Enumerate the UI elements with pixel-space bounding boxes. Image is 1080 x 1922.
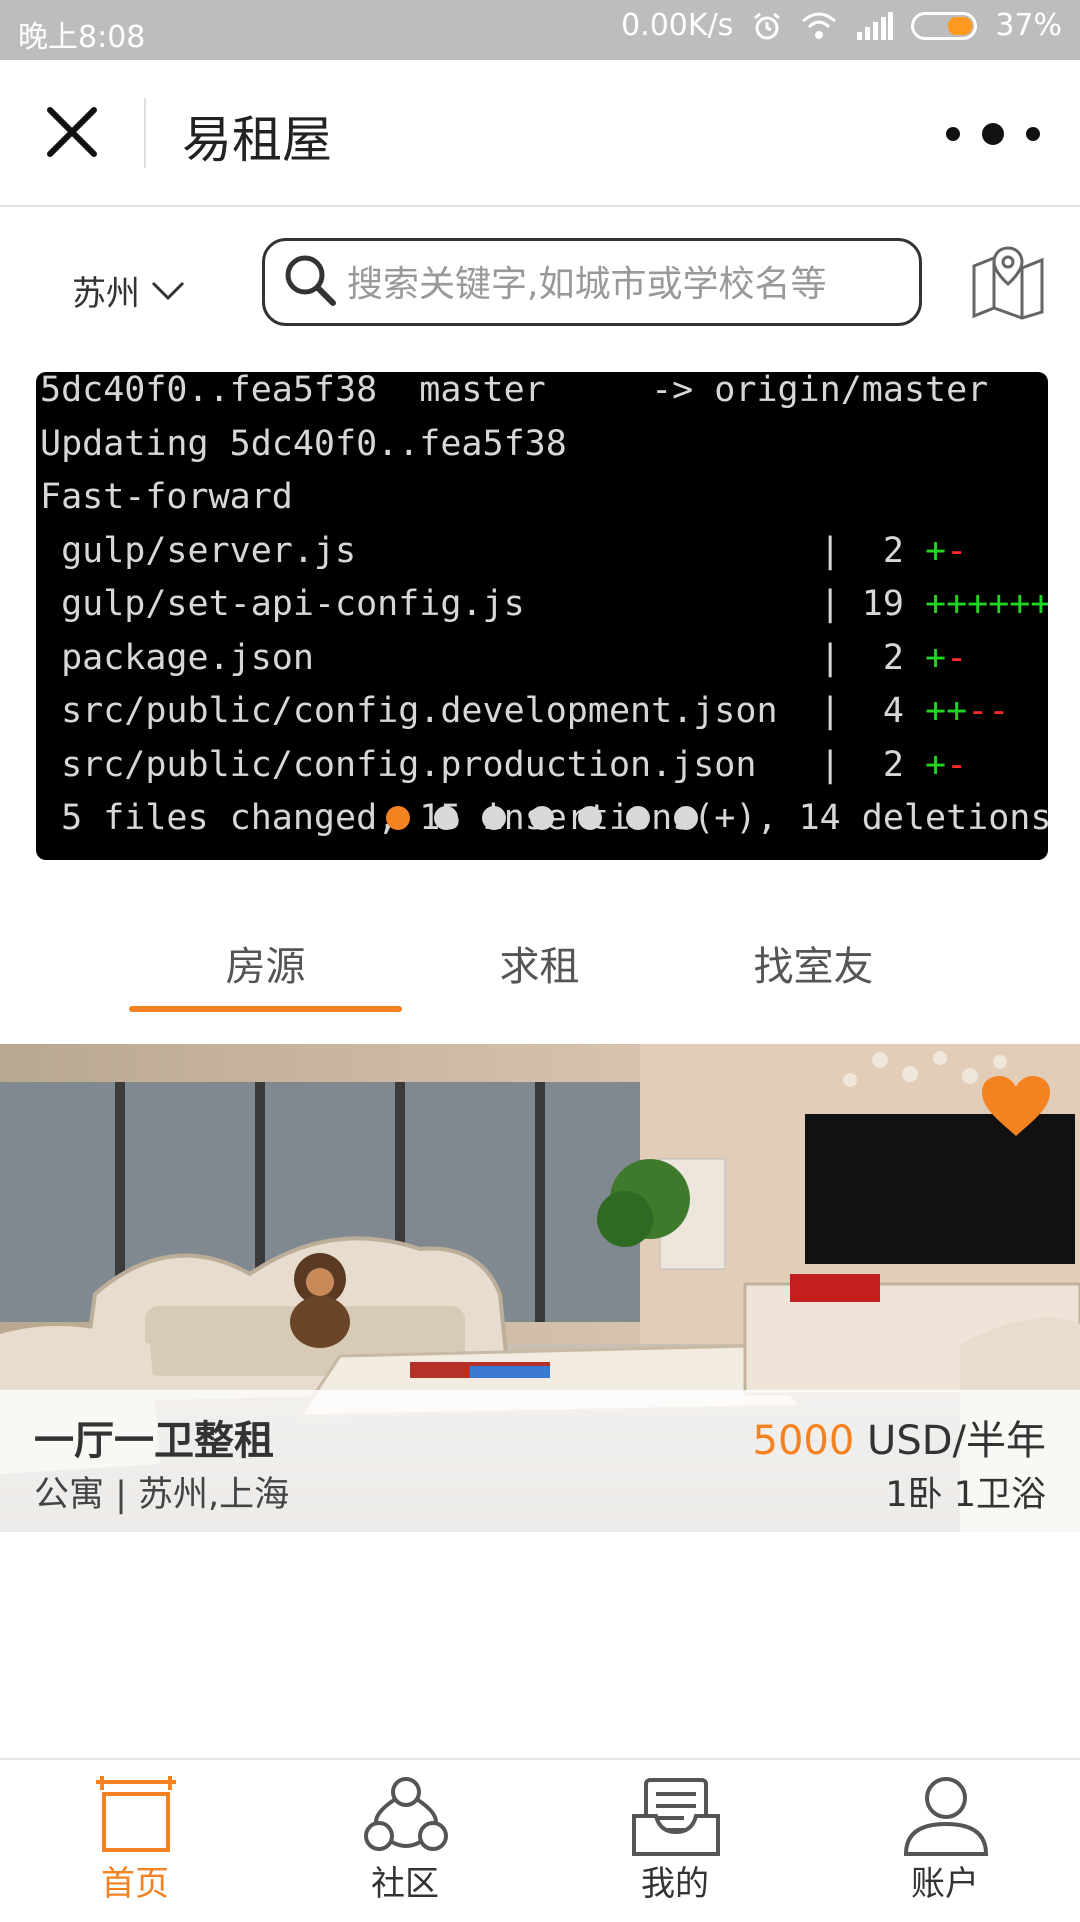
status-indicators: 0.00K/s 37% bbox=[621, 8, 1062, 43]
search-box[interactable] bbox=[262, 238, 922, 326]
file-stat: gulp/server.js | 2 bbox=[40, 530, 926, 571]
price-unit: USD/半年 bbox=[867, 1418, 1046, 1464]
tab-listings[interactable]: 房源 bbox=[129, 934, 402, 992]
tabbar-label: 我的 bbox=[641, 1864, 709, 1904]
carousel-dot[interactable] bbox=[626, 806, 650, 830]
close-icon[interactable] bbox=[44, 104, 100, 160]
file-stat: src/public/config.development.json | 4 bbox=[40, 691, 926, 731]
tabbar-mine[interactable]: 我的 bbox=[540, 1760, 810, 1922]
tab-wanted[interactable]: 求租 bbox=[403, 934, 676, 992]
terminal-line: Updating 5dc40f0..fea5f38 bbox=[40, 423, 567, 464]
inbox-icon bbox=[632, 1778, 720, 1856]
city-label: 苏州 bbox=[72, 274, 140, 314]
terminal-line: Fast-forward bbox=[40, 477, 293, 517]
tabbar-home[interactable]: 首页 bbox=[0, 1760, 270, 1922]
carousel-dot[interactable] bbox=[434, 806, 458, 830]
tab-find-roommate[interactable]: 找室友 bbox=[677, 934, 950, 992]
terminal-line: gulp/server.js | 2 +- bbox=[40, 530, 968, 571]
file-stat: package.json | 2 bbox=[40, 637, 926, 678]
bottom-tab-bar: 首页 社区 我的 账户 bbox=[0, 1758, 1080, 1922]
listing-price: 5000 USD/半年 bbox=[753, 1408, 1046, 1466]
active-tab-indicator bbox=[129, 1006, 402, 1012]
listing-rooms: 1卧 1卫浴 bbox=[885, 1475, 1046, 1515]
chevron-down-icon bbox=[151, 281, 185, 300]
signal-icon bbox=[857, 11, 894, 40]
search-input[interactable] bbox=[345, 255, 909, 313]
listing-title: 一厅一卫整租 bbox=[34, 1418, 274, 1464]
terminal-line: src/public/config.production.json | 2 +- bbox=[40, 744, 968, 785]
file-stat: src/public/config.production.json | 2 bbox=[40, 744, 926, 785]
file-stat: gulp/set-api-config.js | 19 bbox=[40, 584, 926, 624]
terminal-line: 5dc40f0..fea5f38 master -> origin/master bbox=[40, 372, 989, 410]
battery-percent: 37% bbox=[995, 8, 1062, 43]
listing-subtitle: 公寓 | 苏州,上海 bbox=[34, 1475, 290, 1515]
carousel-dot[interactable] bbox=[578, 806, 602, 830]
nav-divider bbox=[144, 98, 146, 168]
carousel-dot[interactable] bbox=[530, 806, 554, 830]
status-time: 晚上8:08 bbox=[18, 20, 146, 55]
city-selector[interactable]: 苏州 bbox=[72, 266, 186, 315]
home-icon bbox=[96, 1776, 176, 1852]
category-tabs: 房源 求租 找室友 bbox=[0, 900, 1080, 1012]
carousel-dot[interactable] bbox=[386, 806, 410, 830]
user-icon bbox=[903, 1777, 989, 1856]
favorite-heart-icon[interactable] bbox=[980, 1074, 1052, 1138]
terminal-line: package.json | 2 +- bbox=[40, 637, 968, 678]
listing-info: 一厅一卫整租 公寓 | 苏州,上海 5000 USD/半年 1卧 1卫浴 bbox=[0, 1390, 1080, 1532]
alarm-icon bbox=[754, 12, 781, 39]
tabbar-account[interactable]: 账户 bbox=[810, 1760, 1080, 1922]
carousel-dot[interactable] bbox=[674, 806, 698, 830]
carousel-indicator bbox=[386, 806, 698, 830]
carousel-dot[interactable] bbox=[482, 806, 506, 830]
price-value: 5000 bbox=[752, 1418, 855, 1464]
banner-carousel[interactable]: 5dc40f0..fea5f38 master -> origin/master… bbox=[36, 372, 1048, 860]
wifi-icon bbox=[802, 12, 837, 39]
tabbar-community[interactable]: 社区 bbox=[270, 1760, 540, 1922]
community-icon bbox=[364, 1777, 448, 1851]
app-title: 易租屋 bbox=[182, 111, 332, 169]
terminal-line: gulp/set-api-config.js | 19 ++++++++++--… bbox=[40, 584, 1048, 624]
terminal-line: src/public/config.development.json | 4 +… bbox=[40, 691, 1010, 731]
search-icon bbox=[285, 255, 336, 306]
nav-bar: 易租屋 bbox=[0, 60, 1080, 207]
network-speed: 0.00K/s bbox=[621, 8, 734, 43]
tabbar-label: 社区 bbox=[371, 1864, 439, 1904]
banner-terminal-text: 5dc40f0..fea5f38 master -> origin/master… bbox=[40, 372, 1048, 846]
map-icon[interactable] bbox=[970, 244, 1046, 320]
more-options-icon[interactable] bbox=[946, 120, 1040, 148]
battery-icon bbox=[911, 11, 978, 40]
search-row: 苏州 bbox=[0, 230, 1080, 340]
listing-card[interactable]: 一厅一卫整租 公寓 | 苏州,上海 5000 USD/半年 1卧 1卫浴 bbox=[0, 1044, 1080, 1532]
tabbar-label: 账户 bbox=[911, 1864, 979, 1904]
tabbar-label: 首页 bbox=[101, 1864, 169, 1904]
status-bar: 晚上8:08 0.00K/s 37% bbox=[0, 0, 1080, 60]
